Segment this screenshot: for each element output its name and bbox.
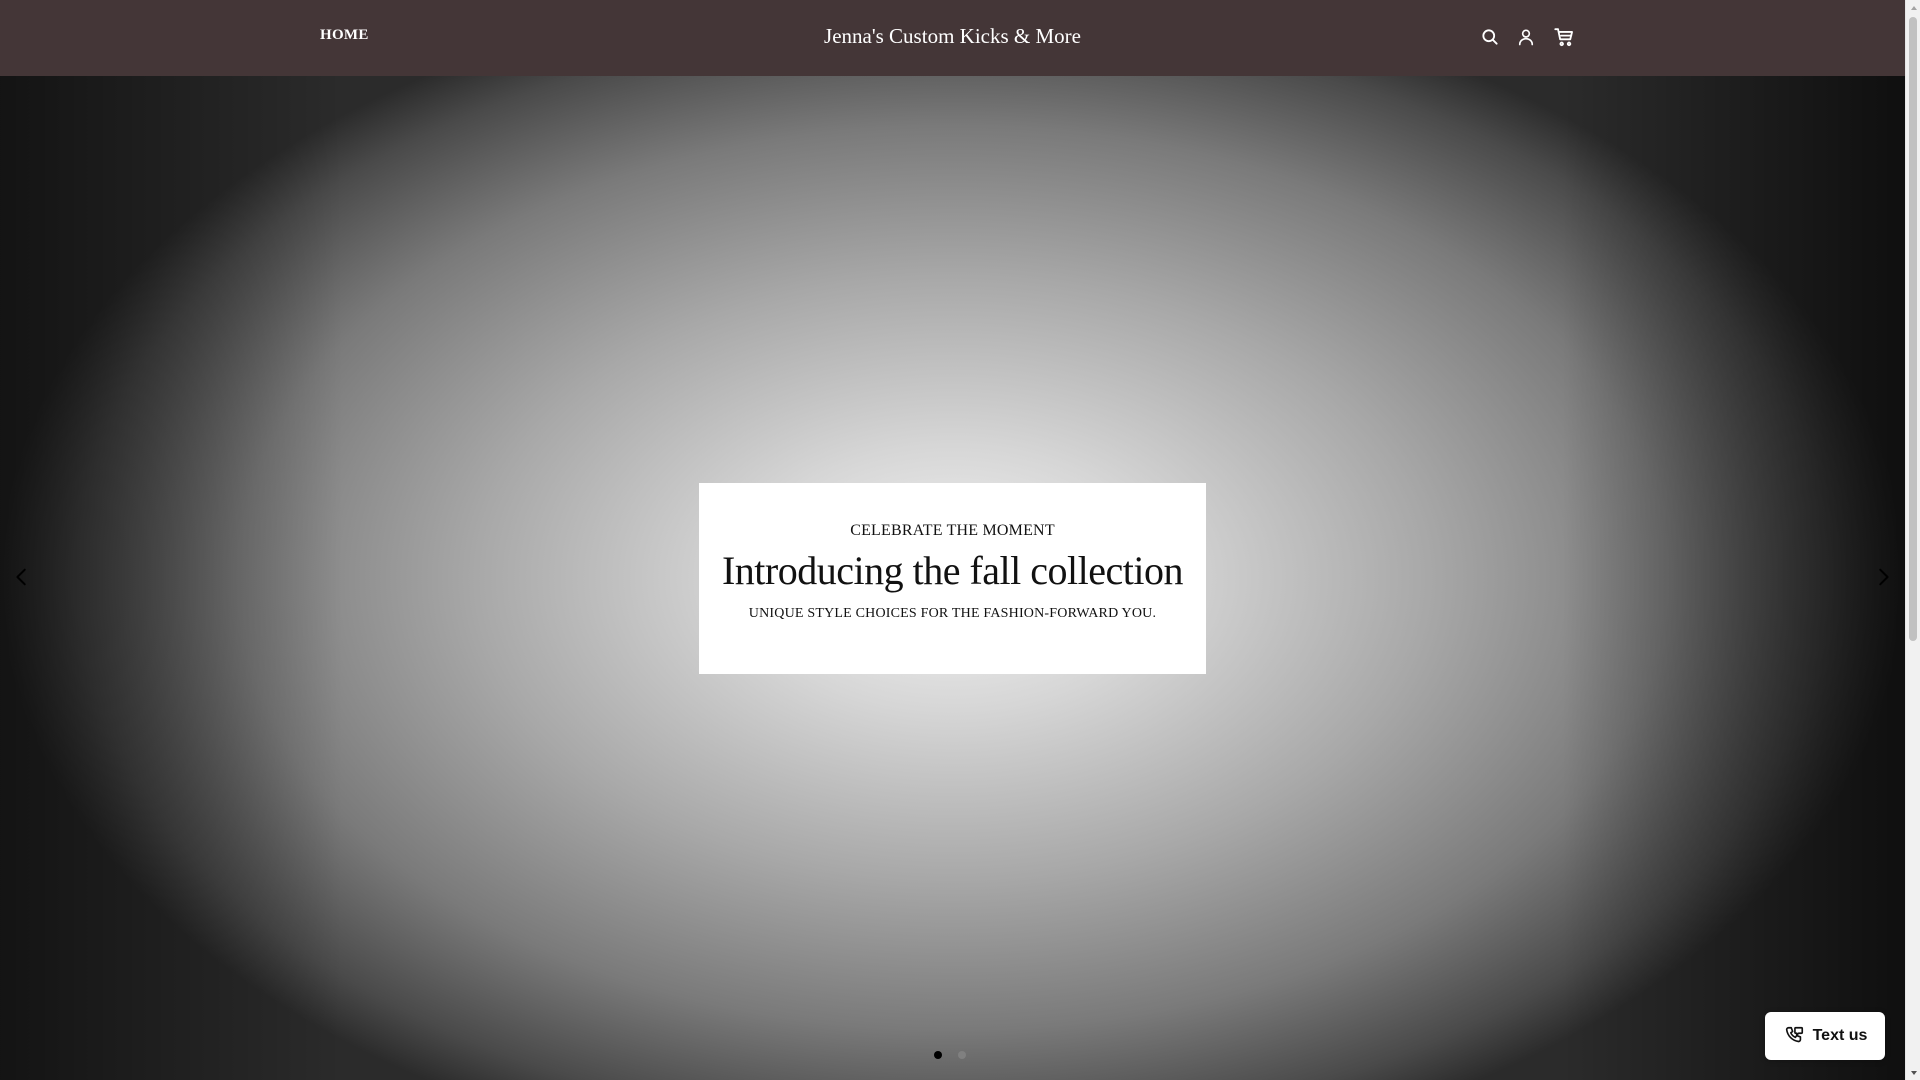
text-us-label: Text us bbox=[1812, 1027, 1868, 1044]
page-scrollbar[interactable] bbox=[1905, 0, 1920, 1080]
header-icons bbox=[1478, 25, 1576, 49]
account-button[interactable] bbox=[1514, 25, 1538, 49]
chevron-right-icon bbox=[1879, 568, 1889, 586]
slideshow-prev-button[interactable] bbox=[7, 562, 37, 592]
slideshow-dots bbox=[934, 1051, 966, 1059]
slideshow-next-button[interactable] bbox=[1868, 562, 1898, 592]
hero-subheading: UNIQUE STYLE CHOICES FOR THE FASHION-FOR… bbox=[748, 606, 1157, 621]
cart-icon bbox=[1554, 28, 1573, 47]
scroll-up-arrow-icon bbox=[1910, 5, 1917, 10]
store-title[interactable]: Jenna's Custom Kicks & More bbox=[0, 24, 1905, 49]
slide-dot-1[interactable] bbox=[934, 1051, 942, 1059]
message-phone-icon bbox=[1785, 1026, 1803, 1043]
page-content: HOME Jenna's Custom Kicks & More CELEBRA… bbox=[0, 0, 1905, 1080]
search-button[interactable] bbox=[1478, 25, 1502, 49]
cart-button[interactable] bbox=[1552, 25, 1576, 49]
hero-heading: Introducing the fall collection bbox=[721, 548, 1184, 593]
slide-dot-2[interactable] bbox=[958, 1051, 966, 1059]
search-icon bbox=[1482, 29, 1498, 45]
page: HOME Jenna's Custom Kicks & More CELEBRA… bbox=[0, 0, 1920, 1080]
hero-eyebrow: CELEBRATE THE MOMENT bbox=[850, 522, 1055, 539]
hero-slideshow: CELEBRATE THE MOMENT Introducing the fal… bbox=[0, 76, 1905, 1080]
chevron-left-icon bbox=[16, 568, 26, 586]
account-icon bbox=[1518, 29, 1534, 46]
hero-text-card: CELEBRATE THE MOMENT Introducing the fal… bbox=[699, 483, 1206, 674]
site-header: HOME Jenna's Custom Kicks & More bbox=[0, 0, 1905, 76]
scroll-up-button[interactable] bbox=[1906, 0, 1920, 15]
scroll-down-button[interactable] bbox=[1906, 1065, 1920, 1080]
scroll-down-arrow-icon bbox=[1910, 1070, 1917, 1075]
text-us-button[interactable]: Text us bbox=[1765, 1012, 1885, 1060]
scrollbar-thumb[interactable] bbox=[1909, 17, 1917, 641]
